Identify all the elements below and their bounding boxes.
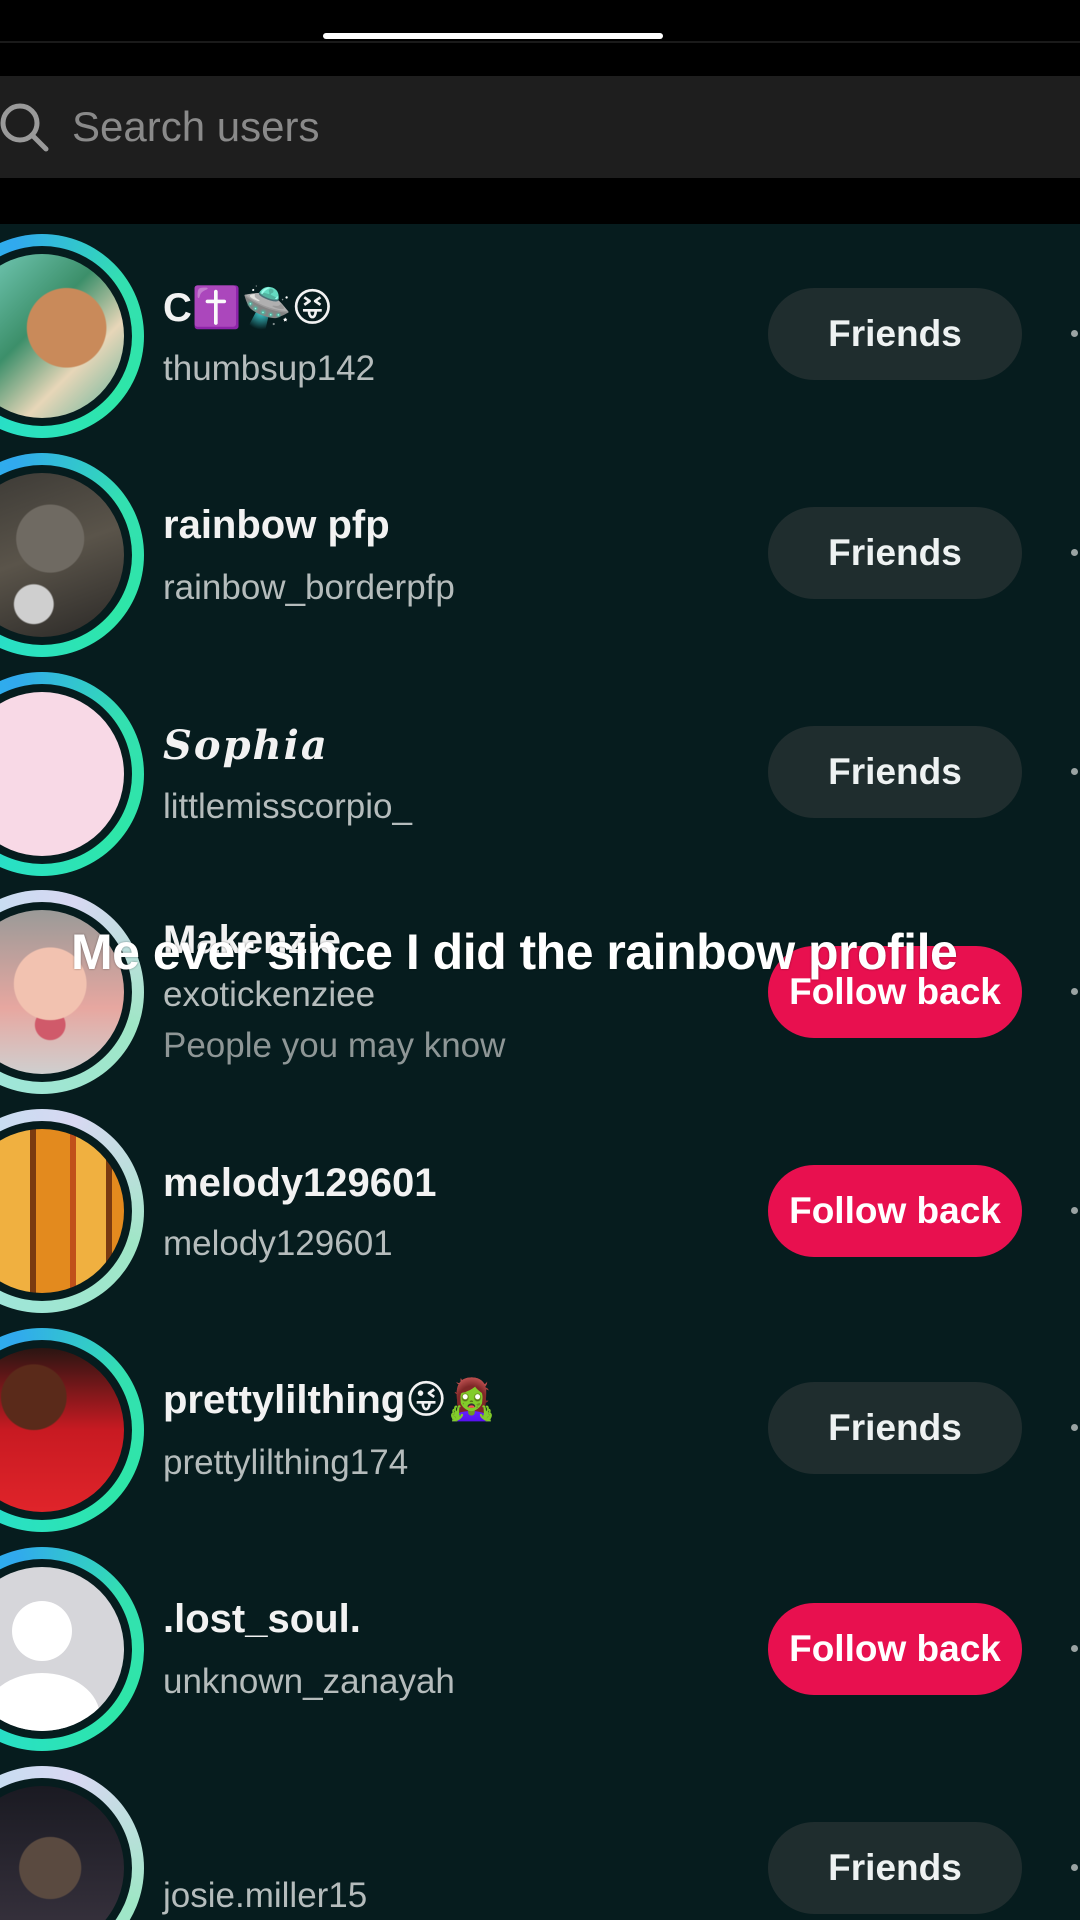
avatar[interactable] bbox=[0, 1109, 144, 1313]
user-row[interactable]: .lost_soul. unknown_zanayah Follow back bbox=[0, 1547, 1080, 1751]
search-bar[interactable]: Search users bbox=[0, 76, 1080, 178]
user-row[interactable]: prettylilthing😜🧟‍♀️ prettylilthing174 Fr… bbox=[0, 1328, 1080, 1532]
user-row[interactable]: Makenzie exotickenziee People you may kn… bbox=[0, 890, 1080, 1094]
more-options-icon[interactable] bbox=[1071, 1645, 1078, 1652]
avatar[interactable] bbox=[0, 234, 144, 438]
avatar[interactable] bbox=[0, 453, 144, 657]
more-options-icon[interactable] bbox=[1071, 1424, 1078, 1431]
photo-avatar-icon bbox=[0, 1786, 124, 1920]
following-list-screen: Search users C✝️🛸😝 thumbsup142 Friends r… bbox=[0, 0, 1080, 1920]
username: prettylilthing174 bbox=[163, 1443, 409, 1482]
friends-button[interactable]: Friends bbox=[768, 1822, 1022, 1914]
username: josie.miller15 bbox=[163, 1876, 368, 1915]
tab-divider bbox=[0, 41, 1080, 43]
avatar[interactable] bbox=[0, 1766, 144, 1920]
display-name: prettylilthing😜🧟‍♀️ bbox=[163, 1378, 497, 1422]
friends-button[interactable]: Friends bbox=[768, 507, 1022, 599]
avatar[interactable] bbox=[0, 1328, 144, 1532]
user-row[interactable]: josie.miller15 Friends bbox=[0, 1766, 1080, 1920]
suggestion-label: People you may know bbox=[163, 1026, 506, 1065]
display-name: C✝️🛸😝 bbox=[163, 286, 334, 330]
photo-avatar-icon bbox=[0, 254, 124, 418]
more-options-icon[interactable] bbox=[1071, 330, 1078, 337]
more-options-icon[interactable] bbox=[1071, 1864, 1078, 1871]
more-options-icon[interactable] bbox=[1071, 988, 1078, 995]
username: unknown_zanayah bbox=[163, 1662, 455, 1701]
username: melody129601 bbox=[163, 1224, 393, 1263]
search-input[interactable]: Search users bbox=[72, 103, 319, 151]
search-icon bbox=[0, 101, 52, 153]
display-name: .lost_soul. bbox=[163, 1597, 361, 1641]
username: littlemisscorpio_ bbox=[163, 787, 412, 826]
user-row[interactable]: C✝️🛸😝 thumbsup142 Friends bbox=[0, 234, 1080, 438]
username: thumbsup142 bbox=[163, 349, 376, 388]
user-row[interactable]: melody129601 melody129601 Follow back bbox=[0, 1109, 1080, 1313]
user-row[interactable]: 𝑺𝒐𝒑𝒉𝒊𝒂 littlemisscorpio_ Friends bbox=[0, 672, 1080, 876]
display-name: rainbow pfp bbox=[163, 503, 390, 547]
drinks-photo-avatar-icon bbox=[0, 1129, 124, 1293]
avatar[interactable] bbox=[0, 672, 144, 876]
friends-button[interactable]: Friends bbox=[768, 1382, 1022, 1474]
video-caption: Me ever since I did the rainbow profile bbox=[71, 924, 958, 980]
avatar[interactable] bbox=[0, 1547, 144, 1751]
more-options-icon[interactable] bbox=[1071, 1207, 1078, 1214]
follow-back-button[interactable]: Follow back bbox=[768, 1603, 1022, 1695]
cat-photo-avatar-icon bbox=[0, 473, 124, 637]
username: rainbow_borderpfp bbox=[163, 568, 455, 607]
friends-button[interactable]: Friends bbox=[768, 288, 1022, 380]
top-bar: Search users bbox=[0, 0, 1080, 224]
display-name: 𝑺𝒐𝒑𝒉𝒊𝒂 bbox=[163, 722, 329, 769]
user-row[interactable]: rainbow pfp rainbow_borderpfp Friends bbox=[0, 453, 1080, 657]
more-options-icon[interactable] bbox=[1071, 549, 1078, 556]
username: exotickenziee bbox=[163, 975, 376, 1014]
pink-avatar-icon bbox=[0, 692, 124, 856]
more-options-icon[interactable] bbox=[1071, 768, 1078, 775]
follow-back-button[interactable]: Follow back bbox=[768, 1165, 1022, 1257]
default-person-icon bbox=[0, 1567, 124, 1731]
photo-avatar-icon bbox=[0, 1348, 124, 1512]
friends-button[interactable]: Friends bbox=[768, 726, 1022, 818]
avatar[interactable] bbox=[0, 890, 144, 1094]
display-name: melody129601 bbox=[163, 1161, 437, 1205]
active-tab-indicator bbox=[323, 33, 663, 39]
